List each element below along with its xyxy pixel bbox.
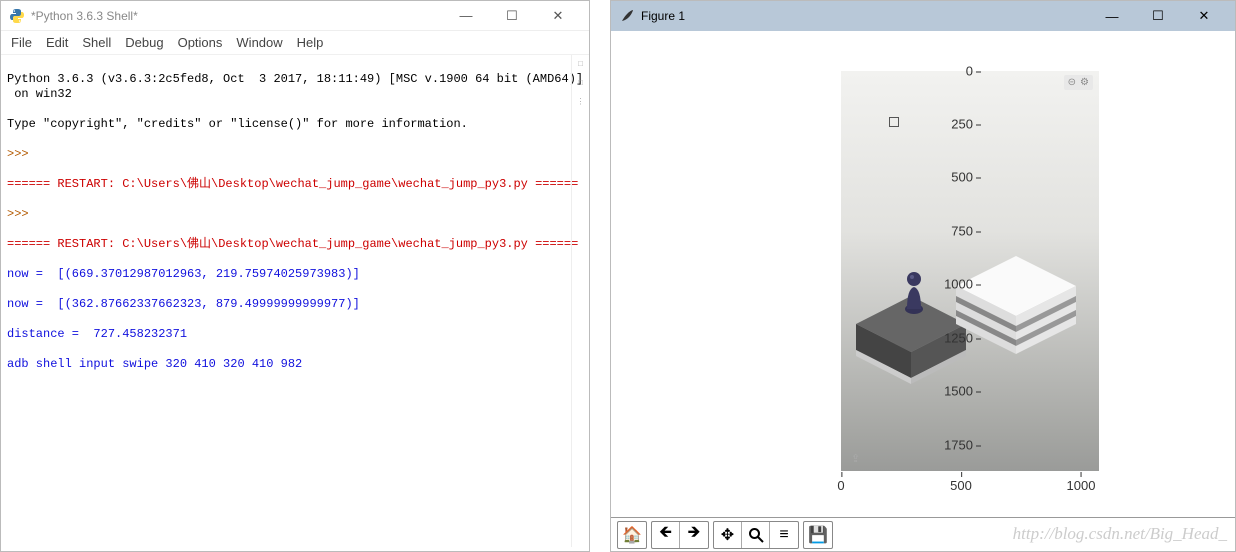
console-line: adb shell input swipe 320 410 320 410 98… [7,357,583,372]
y-tick: 1250 [923,331,973,346]
share-icon: ⇪ [851,452,860,465]
minimize-button[interactable]: — [443,1,489,31]
console-output[interactable]: Python 3.6.3 (v3.6.3:2c5fed8, Oct 3 2017… [1,55,589,547]
console-line: now = [(669.37012987012963, 219.75974025… [7,267,583,282]
slider-icon[interactable]: ⊝ [1068,77,1076,88]
image-toolbar[interactable]: ⊝⚙ [1064,75,1093,90]
menu-window[interactable]: Window [236,35,282,50]
close-button[interactable]: ✕ [1181,1,1227,31]
python-shell-window: *Python 3.6.3 Shell* — ☐ ✕ File Edit She… [0,0,590,552]
figure-title: Figure 1 [641,9,1089,23]
console-restart: ====== RESTART: C:\Users\佛山\Desktop\wech… [7,237,583,252]
back-button[interactable]: 🡸 [652,522,680,548]
figure-toolbar: 🏠 🡸 🡺 ✥ ≡ 💾 http://blog.csdn.net/Big_Hea… [611,517,1235,551]
save-button[interactable]: 💾 [804,522,832,548]
menu-shell[interactable]: Shell [82,35,111,50]
menu-options[interactable]: Options [178,35,223,50]
python-icon [9,8,25,24]
forward-button[interactable]: 🡺 [680,522,708,548]
minimize-button[interactable]: — [1089,1,1135,31]
console-prompt: >>> [7,207,583,222]
console-line: Python 3.6.3 (v3.6.3:2c5fed8, Oct 3 2017… [7,72,583,102]
maximize-button[interactable]: ☐ [489,1,535,31]
console-prompt: >>> [7,147,583,162]
console-restart: ====== RESTART: C:\Users\佛山\Desktop\wech… [7,177,583,192]
menu-debug[interactable]: Debug [125,35,163,50]
console-line: distance = 727.458232371 [7,327,583,342]
x-tick: 500 [950,478,972,493]
gear-icon[interactable]: ⚙ [1080,77,1089,88]
y-tick: 250 [923,117,973,132]
folding-gutter: □□⋮ [571,55,589,547]
figure-titlebar[interactable]: Figure 1 — ☐ ✕ [611,1,1235,31]
figure-window: Figure 1 — ☐ ✕ ⊝⚙ [610,0,1236,552]
feather-icon [619,8,635,24]
menu-edit[interactable]: Edit [46,35,68,50]
x-tick: 1000 [1067,478,1096,493]
shell-menubar: File Edit Shell Debug Options Window Hel… [1,31,589,55]
y-tick: 1500 [923,384,973,399]
player-piece [903,269,925,320]
zoom-button[interactable] [742,522,770,548]
pan-button[interactable]: ✥ [714,522,742,548]
y-tick: 0 [923,64,973,79]
configure-button[interactable]: ≡ [770,522,798,548]
x-tick: 0 [837,478,844,493]
menu-file[interactable]: File [11,35,32,50]
figure-canvas[interactable]: ⊝⚙ [611,31,1235,517]
watermark-text: http://blog.csdn.net/Big_Head_ [1013,524,1227,544]
shell-titlebar[interactable]: *Python 3.6.3 Shell* — ☐ ✕ [1,1,589,31]
close-button[interactable]: ✕ [535,1,581,31]
console-line: now = [(362.87662337662323, 879.49999999… [7,297,583,312]
home-button[interactable]: 🏠 [618,522,646,548]
console-line: Type "copyright", "credits" or "license(… [7,117,583,132]
menu-help[interactable]: Help [297,35,324,50]
maximize-button[interactable]: ☐ [1135,1,1181,31]
y-tick: 1750 [923,438,973,453]
shell-title: *Python 3.6.3 Shell* [31,9,443,23]
y-tick: 500 [923,170,973,185]
y-tick: 1000 [923,277,973,292]
y-tick: 750 [923,224,973,239]
score-box [889,117,899,127]
